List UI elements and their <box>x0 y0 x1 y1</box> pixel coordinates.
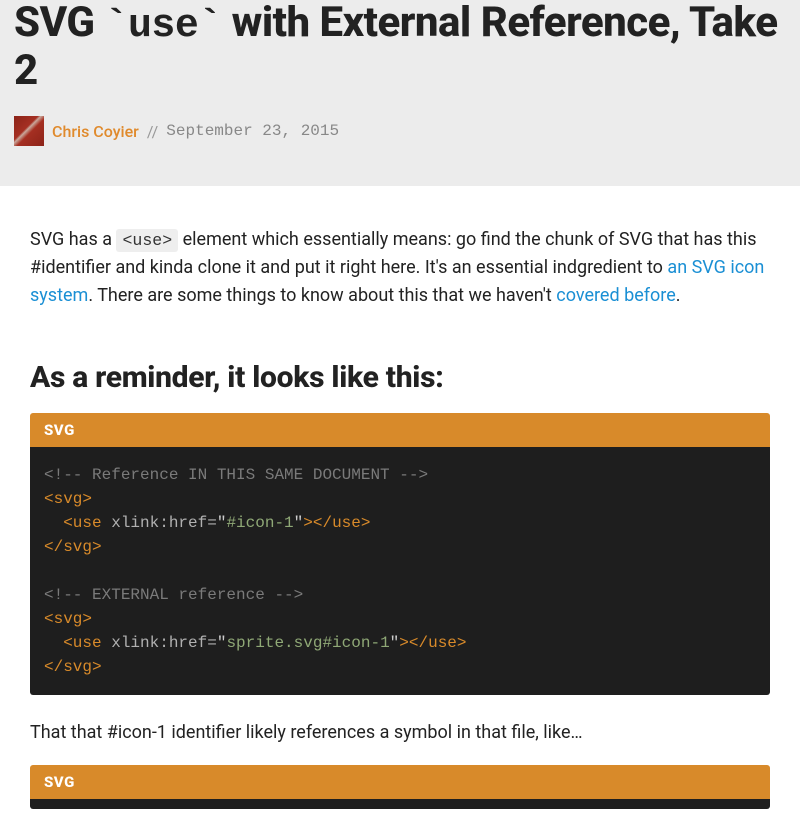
code-block-2: SVG <box>30 765 770 809</box>
code-comment: <!-- EXTERNAL reference --> <box>44 586 303 604</box>
section-heading-reminder: As a reminder, it looks like this: <box>30 360 770 395</box>
code-tag: <use <box>63 634 101 652</box>
link-covered-before[interactable]: covered before <box>556 285 675 306</box>
code-block-content <box>30 799 770 809</box>
article-header: SVG `use` with External Reference, Take … <box>0 0 800 186</box>
code-punct: " <box>217 514 227 532</box>
code-tag: ></use> <box>303 514 370 532</box>
publish-date: September 23, 2015 <box>166 122 339 140</box>
inline-code-use: <use> <box>116 229 178 252</box>
code-comment: <!-- Reference IN THIS SAME DOCUMENT --> <box>44 466 428 484</box>
code-attr: xlink:href= <box>102 514 217 532</box>
title-text-pre: SVG <box>14 0 105 47</box>
code-string: #icon-1 <box>226 514 293 532</box>
page-title: SVG `use` with External Reference, Take … <box>14 0 786 94</box>
intro-text: . <box>676 285 681 306</box>
intro-text: . There are some things to know about th… <box>88 285 556 306</box>
code-tag: ></use> <box>399 634 466 652</box>
code-punct: " <box>294 514 304 532</box>
code-punct: " <box>390 634 400 652</box>
title-code: `use` <box>105 3 222 48</box>
author-link[interactable]: Chris Coyier <box>52 122 139 141</box>
code-tag: </svg> <box>44 658 102 676</box>
code-block-label: SVG <box>30 413 770 447</box>
code-tag: </svg> <box>44 538 102 556</box>
byline: Chris Coyier // September 23, 2015 <box>14 116 786 146</box>
code-punct: " <box>217 634 227 652</box>
intro-paragraph: SVG has a <use> element which essentiall… <box>30 226 770 310</box>
code-tag: <use <box>63 514 101 532</box>
code-block-label: SVG <box>30 765 770 799</box>
code-tag: <svg> <box>44 610 92 628</box>
byline-separator: // <box>147 122 158 141</box>
intro-text: SVG has a <box>30 229 116 250</box>
code-attr: xlink:href= <box>102 634 217 652</box>
paragraph-2: That that #icon-1 identifier likely refe… <box>30 719 770 747</box>
article-content: SVG has a <use> element which essentiall… <box>0 186 800 809</box>
author-avatar[interactable] <box>14 116 44 146</box>
code-string: sprite.svg#icon-1 <box>226 634 389 652</box>
code-block-1: SVG <!-- Reference IN THIS SAME DOCUMENT… <box>30 413 770 695</box>
code-tag: <svg> <box>44 490 92 508</box>
code-block-content: <!-- Reference IN THIS SAME DOCUMENT -->… <box>30 447 770 695</box>
